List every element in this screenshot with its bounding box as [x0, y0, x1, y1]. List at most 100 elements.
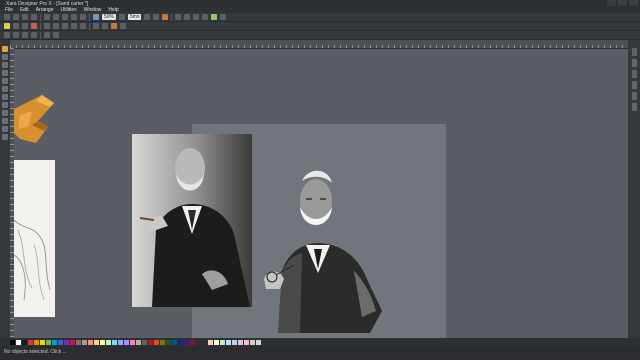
close-button[interactable] [629, 0, 638, 6]
palette-swatch[interactable] [232, 339, 237, 345]
palette-swatch[interactable] [40, 339, 45, 345]
bounds-icon[interactable] [44, 32, 50, 38]
palette-swatch[interactable] [160, 339, 165, 345]
text-tool-icon[interactable] [2, 94, 8, 100]
palette-swatch[interactable] [16, 339, 21, 345]
paste-icon[interactable] [62, 14, 68, 20]
palette-swatch[interactable] [46, 339, 51, 345]
freud-vector-illustration[interactable] [254, 161, 384, 333]
selector-info-icon[interactable] [4, 32, 10, 38]
zoom-fit-icon[interactable] [119, 14, 126, 20]
shadow-tool-icon[interactable] [2, 118, 8, 124]
push-tool-icon[interactable] [2, 134, 8, 140]
palette-swatch[interactable] [202, 339, 207, 345]
palette-swatch[interactable] [226, 339, 231, 345]
palette-swatch[interactable] [220, 339, 225, 345]
docker-tab-page-gallery[interactable] [631, 48, 637, 56]
palette-swatch[interactable] [166, 339, 171, 345]
flip-icon[interactable] [193, 14, 200, 20]
effect-icon[interactable] [111, 23, 117, 29]
line-icon[interactable] [13, 23, 19, 29]
blend-icon[interactable] [102, 23, 108, 29]
palette-swatch[interactable] [256, 339, 261, 345]
palette-swatch[interactable] [82, 339, 87, 345]
freud-photograph-image[interactable] [132, 134, 252, 307]
palette-swatch[interactable] [34, 339, 39, 345]
palette-swatch[interactable] [214, 339, 219, 345]
node-tool-icon[interactable] [2, 54, 8, 60]
shadow-icon[interactable] [120, 23, 126, 29]
transform-icon[interactable] [13, 32, 19, 38]
palette-swatch[interactable] [148, 339, 153, 345]
style-icon[interactable] [4, 23, 10, 29]
rotate-icon[interactable] [202, 14, 209, 20]
new-icon[interactable] [4, 14, 10, 20]
freehand-tool-icon[interactable] [2, 62, 8, 68]
palette-swatch[interactable] [184, 339, 189, 345]
handles-icon[interactable] [53, 32, 59, 38]
palette-swatch[interactable] [100, 339, 105, 345]
pen-tool-icon[interactable] [2, 70, 8, 76]
orange-3d-shape-image[interactable] [14, 91, 64, 146]
skew-icon[interactable] [31, 32, 37, 38]
palette-swatch[interactable] [208, 339, 213, 345]
minimize-button[interactable] [607, 0, 616, 6]
undo-icon[interactable] [71, 14, 77, 20]
palette-swatch[interactable] [124, 339, 129, 345]
transparency-tool-icon[interactable] [2, 110, 8, 116]
palette-swatch[interactable] [196, 339, 201, 345]
rectangle-tool-icon[interactable] [2, 78, 8, 84]
copy-icon[interactable] [53, 14, 59, 20]
palette-swatch[interactable] [112, 339, 117, 345]
document-canvas[interactable] [14, 49, 628, 338]
save-icon[interactable] [22, 14, 28, 20]
selector-tool-icon[interactable] [2, 46, 8, 52]
palette-swatch[interactable] [250, 339, 255, 345]
print-icon[interactable] [31, 14, 37, 20]
docker-tab-fill-gallery[interactable] [631, 81, 637, 89]
width-icon[interactable] [62, 23, 68, 29]
zoom-field[interactable]: 50% [102, 14, 117, 20]
palette-swatch[interactable] [130, 339, 135, 345]
palette-swatch[interactable] [76, 339, 81, 345]
height-icon[interactable] [71, 23, 77, 29]
arrange-icon[interactable] [162, 14, 169, 20]
size-field[interactable]: 5ms [128, 14, 142, 20]
palette-swatch[interactable] [178, 339, 183, 345]
palette-swatch[interactable] [136, 339, 141, 345]
fill-tool-icon[interactable] [2, 102, 8, 108]
redo-icon[interactable] [80, 14, 86, 20]
horizontal-ruler[interactable] [10, 40, 628, 49]
lock-icon[interactable] [80, 23, 86, 29]
color-icon[interactable] [31, 23, 37, 29]
zoom-icon[interactable] [93, 14, 99, 20]
group-icon[interactable] [153, 14, 160, 20]
palette-swatch[interactable] [142, 339, 147, 345]
docker-tab-clipart-gallery[interactable] [631, 103, 637, 111]
palette-swatch[interactable] [94, 339, 99, 345]
docker-tab-font-gallery[interactable] [631, 92, 637, 100]
palette-swatch[interactable] [190, 339, 195, 345]
align-icon[interactable] [144, 14, 151, 20]
palette-swatch[interactable] [238, 339, 243, 345]
pencil-sketch-image[interactable] [14, 160, 55, 317]
maximize-button[interactable] [618, 0, 627, 6]
scale-icon[interactable] [22, 32, 28, 38]
zoom-tool-icon[interactable] [2, 126, 8, 132]
combine-icon[interactable] [175, 14, 182, 20]
palette-swatch[interactable] [70, 339, 75, 345]
palette-swatch[interactable] [244, 339, 249, 345]
open-icon[interactable] [13, 14, 19, 20]
palette-swatch[interactable] [58, 339, 63, 345]
docker-tab-layer-gallery[interactable] [631, 59, 637, 67]
palette-swatch[interactable] [10, 339, 15, 345]
opacity-icon[interactable] [93, 23, 99, 29]
palette-swatch[interactable] [154, 339, 159, 345]
break-icon[interactable] [184, 14, 191, 20]
palette-swatch[interactable] [172, 339, 177, 345]
fill-icon[interactable] [22, 23, 28, 29]
palette-swatch[interactable] [52, 339, 57, 345]
palette-swatch[interactable] [106, 339, 111, 345]
palette-swatch[interactable] [28, 339, 33, 345]
cut-icon[interactable] [44, 14, 50, 20]
